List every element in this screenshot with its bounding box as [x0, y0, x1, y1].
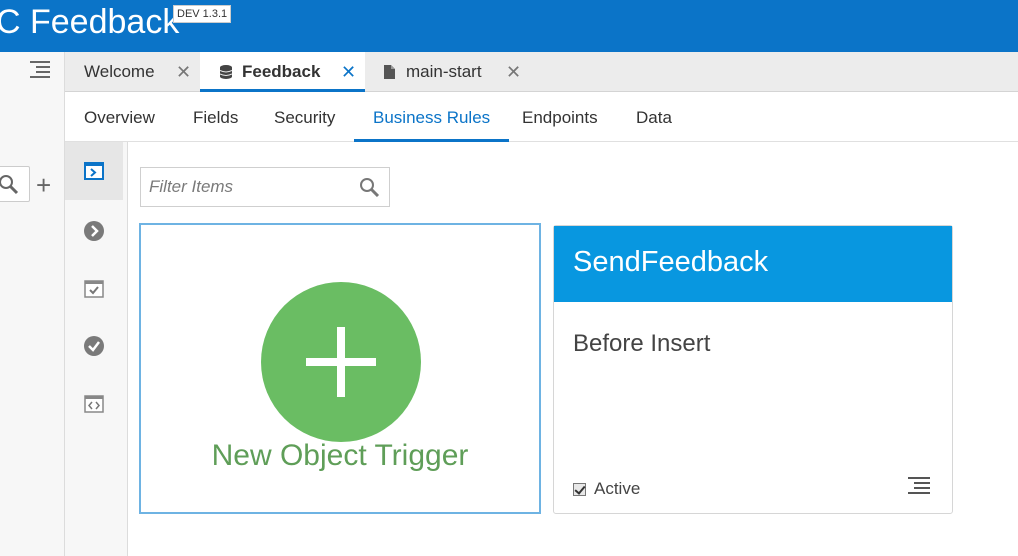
- rule-title: SendFeedback: [573, 246, 769, 278]
- active-checkbox[interactable]: [573, 482, 586, 496]
- code-window-icon: [84, 395, 104, 413]
- rule-type-column: [65, 142, 128, 556]
- search-icon[interactable]: [359, 177, 381, 197]
- database-icon: [220, 65, 232, 79]
- file-icon: [384, 65, 395, 79]
- check-circle-icon: [84, 336, 104, 356]
- left-rail: +: [0, 52, 65, 556]
- tab-label: main-start: [406, 62, 482, 81]
- tab-label: Feedback: [242, 62, 321, 81]
- tab-main-start[interactable]: main-start ✕: [365, 52, 535, 92]
- arrow-circle-icon: [84, 221, 104, 241]
- close-icon[interactable]: ✕: [506, 52, 521, 92]
- subnav-business-rules[interactable]: Business Rules: [354, 92, 510, 142]
- subnav-security[interactable]: Security: [274, 92, 335, 142]
- field-validations-nav[interactable]: [81, 333, 107, 359]
- hamburger-menu-icon[interactable]: [30, 61, 50, 78]
- active-label: Active: [594, 479, 641, 498]
- app-title: C Feedback: [0, 3, 180, 41]
- new-object-trigger-card[interactable]: New Object Trigger: [139, 223, 541, 514]
- close-icon[interactable]: ✕: [176, 52, 191, 92]
- subnav-fields[interactable]: Fields: [193, 92, 238, 142]
- filter-input[interactable]: [141, 168, 341, 206]
- object-validations-nav[interactable]: [81, 276, 107, 302]
- app-header: C Feedback DEV 1.3.1: [0, 0, 1018, 52]
- rail-search-button[interactable]: [0, 166, 30, 202]
- field-triggers-nav[interactable]: [81, 218, 107, 244]
- rule-menu-icon[interactable]: [908, 477, 930, 495]
- rule-card[interactable]: SendFeedback Before Insert Active: [553, 225, 953, 514]
- filter-items-field: [140, 167, 390, 207]
- close-icon[interactable]: ✕: [341, 52, 356, 92]
- subnav-overview[interactable]: Overview: [84, 92, 155, 142]
- tab-feedback[interactable]: Feedback ✕: [200, 52, 365, 92]
- new-trigger-label: New Object Trigger: [211, 439, 469, 472]
- search-icon: [0, 175, 19, 195]
- add-icon[interactable]: +: [36, 172, 51, 198]
- rule-card-header: SendFeedback: [554, 226, 952, 302]
- tab-welcome[interactable]: Welcome ✕: [65, 52, 200, 92]
- object-subnav: Overview Fields Security Business Rules …: [65, 92, 1018, 142]
- editor-tabbar: Welcome ✕ Feedback ✕ main-start ✕: [65, 52, 1018, 92]
- rule-event: Before Insert: [573, 330, 711, 357]
- active-toggle[interactable]: Active: [573, 479, 640, 499]
- trigger-window-icon: [84, 162, 104, 180]
- subnav-endpoints[interactable]: Endpoints: [522, 92, 598, 142]
- plus-icon: [261, 282, 421, 442]
- subnav-data[interactable]: Data: [636, 92, 672, 142]
- version-badge: DEV 1.3.1: [173, 5, 232, 23]
- object-triggers-nav[interactable]: [65, 142, 123, 200]
- tab-label: Welcome: [84, 62, 155, 81]
- checkbox-window-icon: [84, 280, 104, 298]
- object-functions-nav[interactable]: [81, 391, 107, 417]
